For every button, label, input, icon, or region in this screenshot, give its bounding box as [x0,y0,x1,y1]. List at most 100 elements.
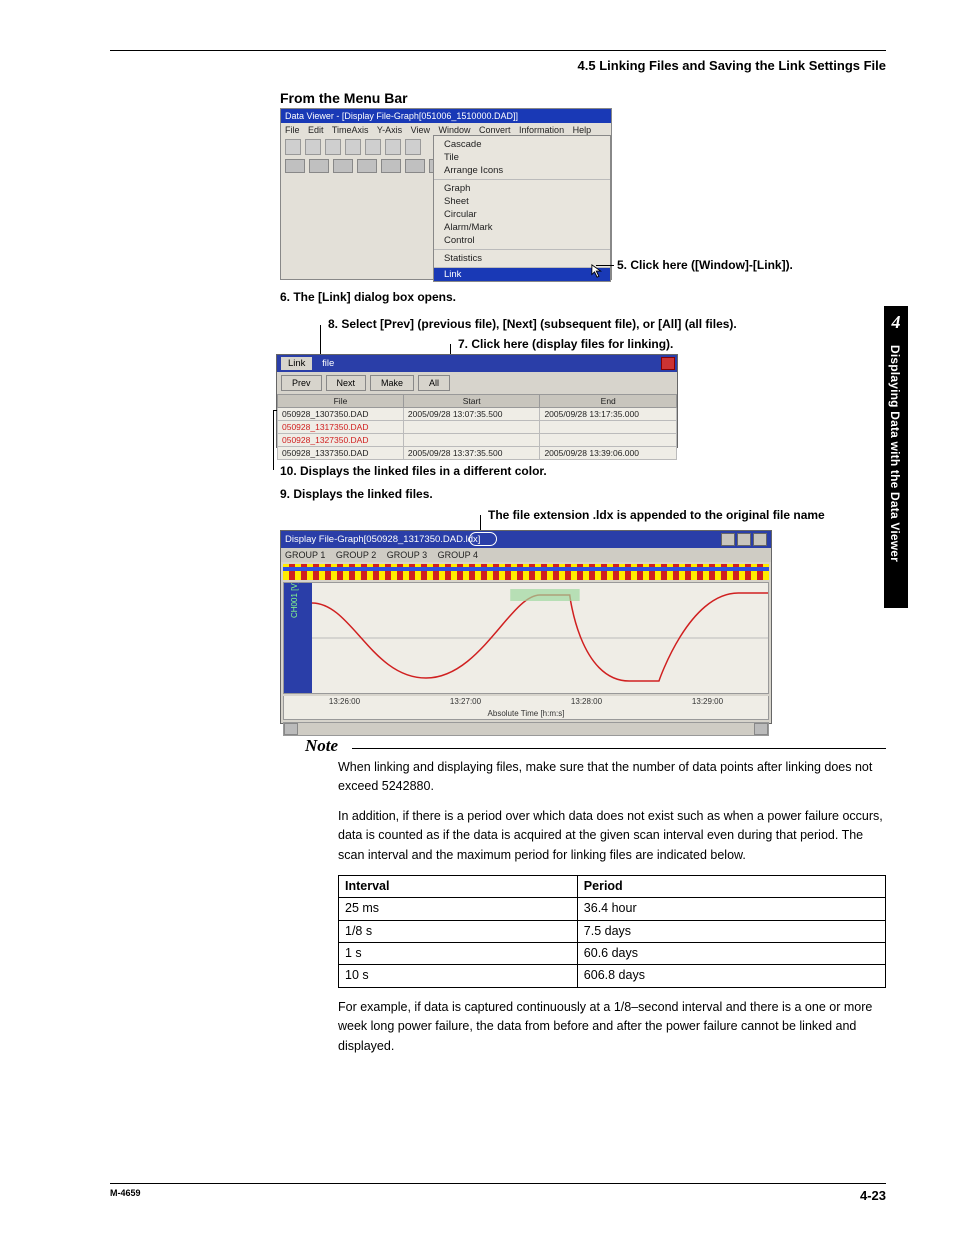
make-button[interactable]: Make [370,375,414,391]
all-button[interactable]: All [418,375,450,391]
plus-icon[interactable] [385,139,401,155]
link-table: FileStartEnd 050928_1307350.DAD2005/09/2… [277,394,677,460]
col-start: Start [403,395,540,408]
next-button[interactable]: Next [326,375,367,391]
th-interval: Interval [339,875,578,897]
footer-page: 4-23 [860,1188,886,1203]
nav-icon[interactable] [381,159,401,173]
nav-icon[interactable] [285,159,305,173]
window-dropdown: Cascade Tile Arrange Icons Graph Sheet C… [433,135,611,282]
screenshot-graph: Display File-Graph[050928_1317350.DAD.ld… [280,530,772,724]
menu-sheet[interactable]: Sheet [434,195,610,208]
tab-file[interactable]: file [315,357,341,370]
menu-tile[interactable]: Tile [434,151,610,164]
tab-group4[interactable]: GROUP 4 [438,550,478,560]
table-row: 10 s606.8 days [339,965,886,987]
callout-9: 9. Displays the linked files. [280,487,433,501]
subheading: From the Menu Bar [280,90,408,106]
chapter-number: 4 [884,306,908,339]
copy-icon[interactable] [325,139,341,155]
scroll-left-icon[interactable] [284,723,298,735]
open-icon[interactable] [285,139,301,155]
menu-cascade[interactable]: Cascade [434,138,610,151]
menu-convert[interactable]: Convert [479,125,511,135]
save-icon[interactable] [305,139,321,155]
close-icon[interactable] [753,533,767,546]
callout-ext: The file extension .ldx is appended to t… [488,508,825,522]
interval-table: IntervalPeriod 25 ms36.4 hour 1/8 s7.5 d… [338,875,886,988]
note-p1: When linking and displaying files, make … [338,758,886,797]
chapter-tab: 4 Displaying Data with the Data Viewer [884,306,908,608]
graph-title: Display File-Graph[050928_1317350.DAD.ld… [285,534,480,545]
menu-arrange-icons[interactable]: Arrange Icons [434,164,610,177]
callout-10: 10. Displays the linked files in a diffe… [280,464,547,478]
table-row[interactable]: 050928_1317350.DAD [278,421,677,434]
nav-icon[interactable] [333,159,353,173]
time-ruler [283,564,769,580]
tab-group2[interactable]: GROUP 2 [336,550,376,560]
scrollbar[interactable] [283,722,769,736]
note-p2: In addition, if there is a period over w… [338,807,886,865]
close-icon[interactable] [661,357,675,370]
callout-7: 7. Click here (display files for linking… [458,337,673,351]
cursor-icon[interactable] [345,139,361,155]
menu-information[interactable]: Information [519,125,564,135]
note-p3: For example, if data is captured continu… [338,998,886,1056]
ldx-highlight-icon [469,532,497,546]
app-titlebar: Data Viewer - [Display File-Graph[051006… [281,109,611,123]
scroll-right-icon[interactable] [754,723,768,735]
menu-window[interactable]: Window [438,125,470,135]
footer-doc-id: M-4659 [110,1188,141,1203]
table-row[interactable]: 050928_1337350.DAD2005/09/28 13:37:35.50… [278,447,677,460]
callout-5: 5. Click here ([Window]-[Link]). [617,258,793,272]
col-end: End [540,395,677,408]
callout-6: 6. The [Link] dialog box opens. [280,290,456,304]
table-row[interactable]: 050928_1327350.DAD [278,434,677,447]
menu-view[interactable]: View [411,125,430,135]
maximize-icon[interactable] [737,533,751,546]
col-file: File [278,395,404,408]
screenshot-menu: Data Viewer - [Display File-Graph[051006… [280,108,612,280]
tab-group1[interactable]: GROUP 1 [285,550,325,560]
callout-8: 8. Select [Prev] (previous file), [Next]… [328,317,737,331]
note-body: When linking and displaying files, make … [338,758,886,1066]
menu-graph[interactable]: Graph [434,182,610,195]
tab-link[interactable]: Link [281,357,312,370]
menu-edit[interactable]: Edit [308,125,324,135]
xtick: 13:28:00 [571,697,602,706]
prev-button[interactable]: Prev [281,375,322,391]
chapter-title: Displaying Data with the Data Viewer [884,339,906,611]
table-row: 25 ms36.4 hour [339,898,886,920]
nav-icon[interactable] [357,159,377,173]
tab-group3[interactable]: GROUP 3 [387,550,427,560]
table-row: 1/8 s7.5 days [339,920,886,942]
xtick: 13:26:00 [329,697,360,706]
y-axis-label: CH001 [V] [290,582,299,618]
menu-file[interactable]: File [285,125,300,135]
section-header: 4.5 Linking Files and Saving the Link Se… [578,58,886,73]
note-heading: Note [305,736,338,756]
x-axis-label: Absolute Time [h:m:s] [488,709,565,718]
menu-circular[interactable]: Circular [434,208,610,221]
x-axis: 13:26:00 13:27:00 13:28:00 13:29:00 Abso… [283,696,769,720]
menu-alarm-mark[interactable]: Alarm/Mark [434,221,610,234]
tool-icon[interactable] [365,139,381,155]
screenshot-link-dialog: Link file Prev Next Make All FileStartEn… [276,354,678,448]
graph-plot: CH001 [V] [283,582,769,694]
cursor-icon [591,264,605,278]
menu-timeaxis[interactable]: TimeAxis [332,125,369,135]
nav-icon[interactable] [309,159,329,173]
menu-yaxis[interactable]: Y-Axis [377,125,402,135]
menu-link[interactable]: Link [434,268,610,281]
menu-statistics[interactable]: Statistics [434,252,610,265]
xtick: 13:29:00 [692,697,723,706]
menu-help[interactable]: Help [573,125,592,135]
th-period: Period [577,875,885,897]
minimize-icon[interactable] [721,533,735,546]
xtick: 13:27:00 [450,697,481,706]
nav-icon[interactable] [405,159,425,173]
menu-control[interactable]: Control [434,234,610,247]
zoom-icon[interactable] [405,139,421,155]
table-row[interactable]: 050928_1307350.DAD2005/09/28 13:07:35.50… [278,408,677,421]
table-row: 1 s60.6 days [339,943,886,965]
